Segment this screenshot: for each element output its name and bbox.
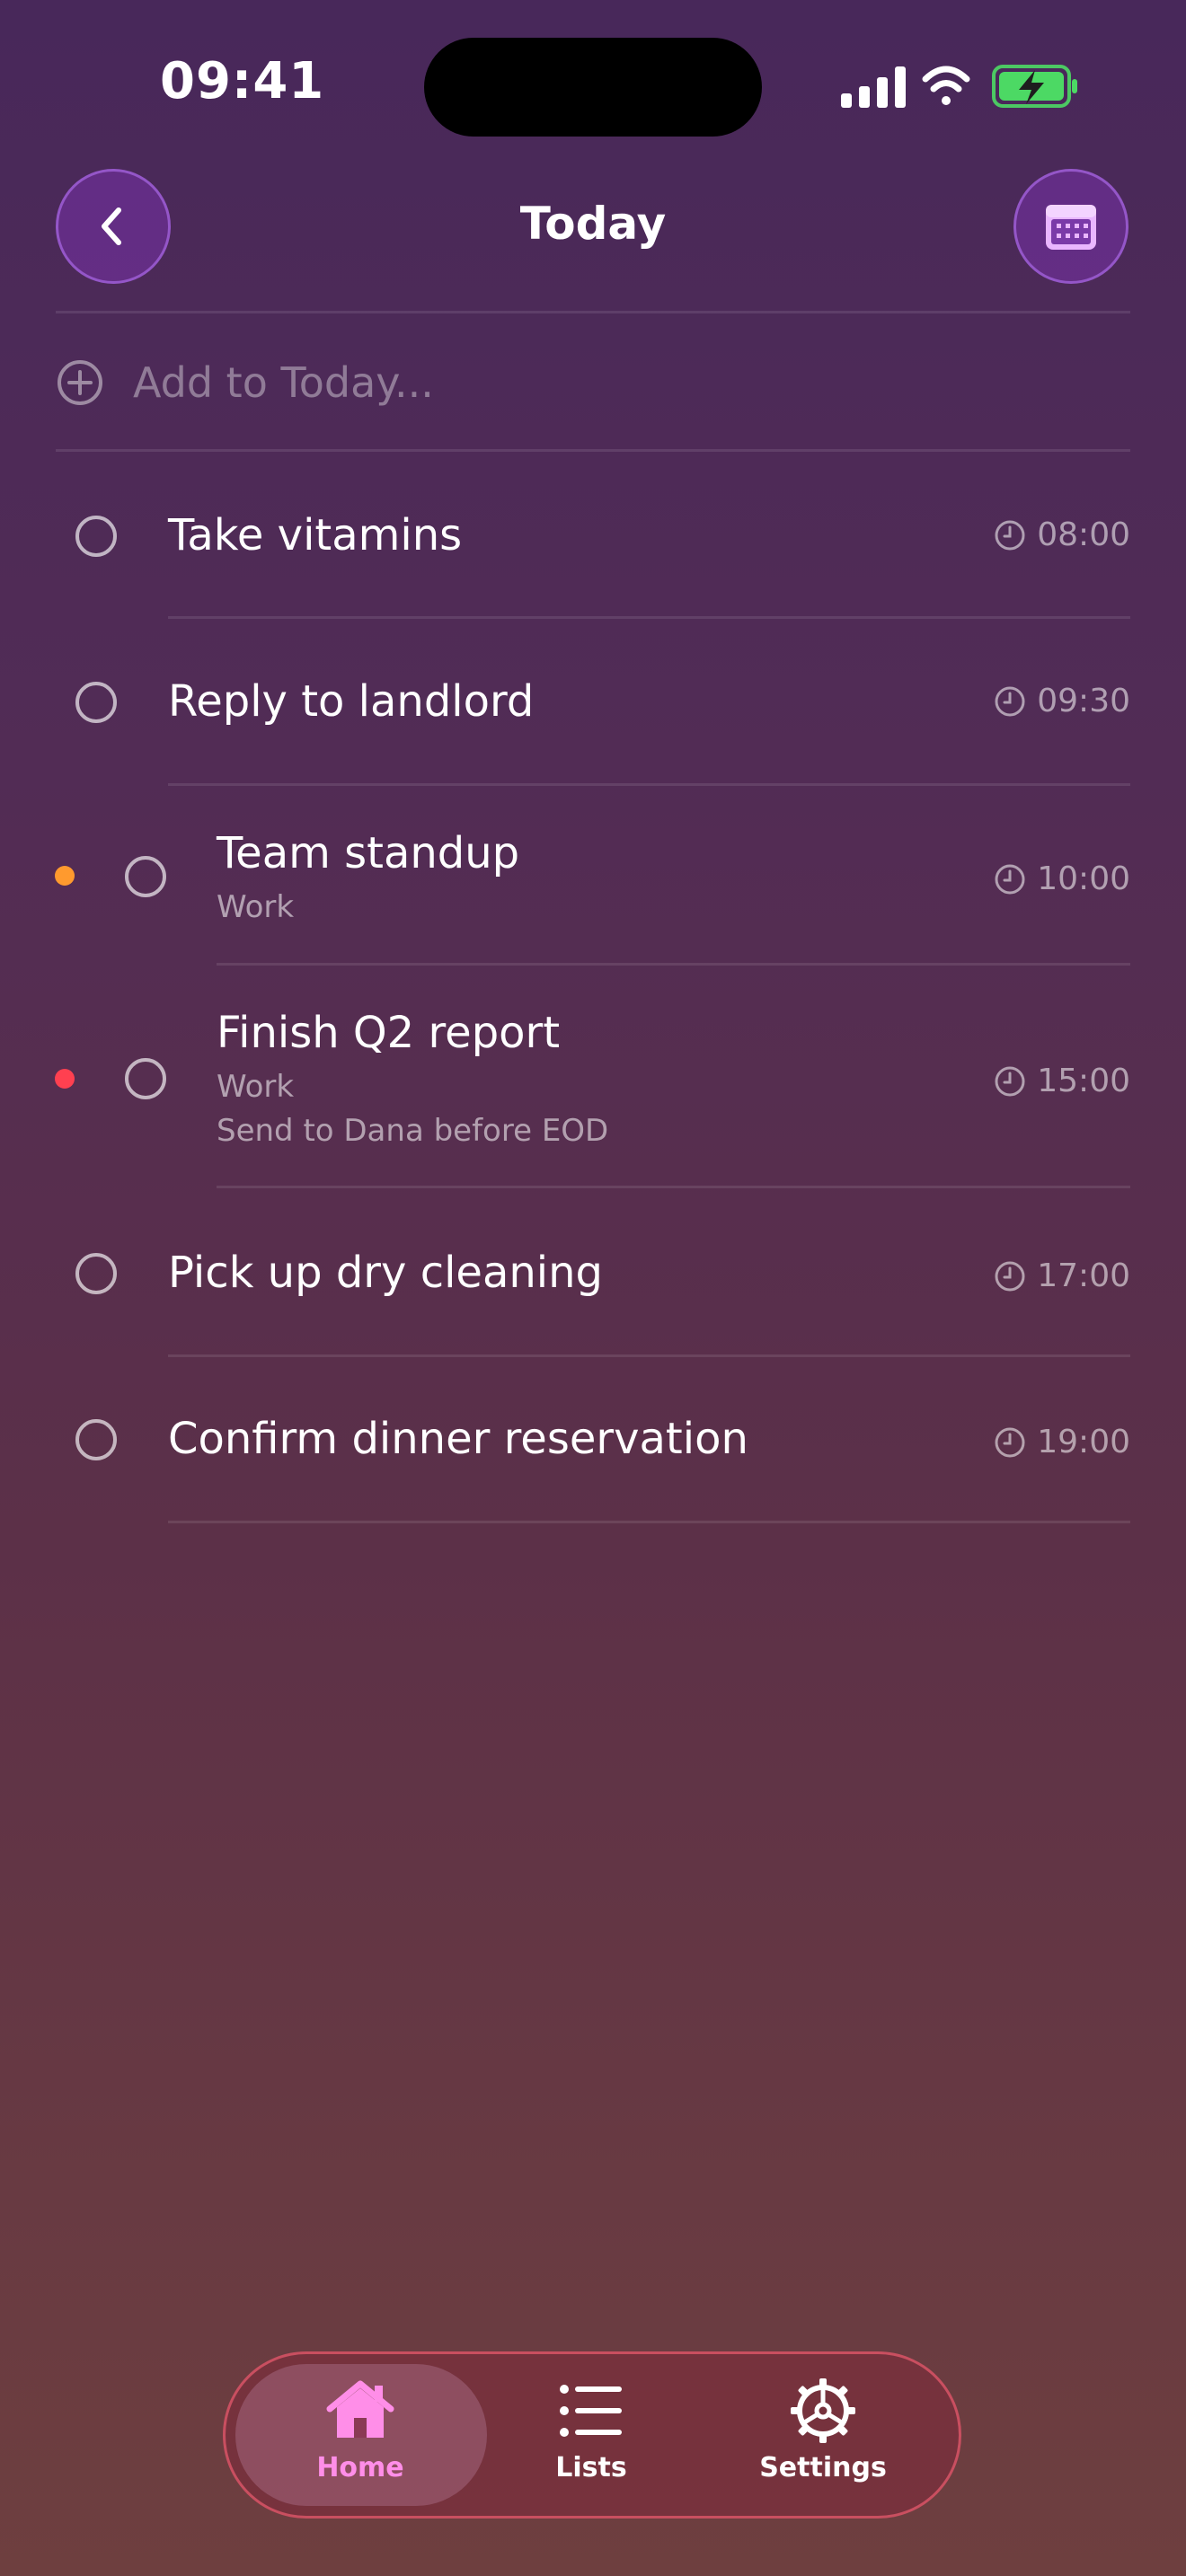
tab-lists[interactable]: Lists bbox=[501, 2378, 681, 2513]
tab-label-lists: Lists bbox=[555, 2452, 627, 2483]
tab-settings[interactable]: Settings bbox=[733, 2378, 913, 2513]
task-title[interactable]: Team standup bbox=[217, 828, 519, 878]
calendar-icon bbox=[1046, 205, 1096, 250]
add-task-row bbox=[56, 348, 1130, 417]
task-divider bbox=[168, 783, 1130, 786]
calendar-button[interactable] bbox=[1013, 169, 1128, 284]
clock-icon bbox=[995, 1261, 1025, 1291]
add-circle-icon[interactable] bbox=[56, 358, 104, 407]
wifi-icon bbox=[922, 66, 970, 105]
task-checkbox[interactable] bbox=[125, 856, 166, 897]
task-note: Send to Dana before EOD bbox=[217, 1113, 609, 1149]
task-divider bbox=[168, 1354, 1130, 1357]
tab-label-settings: Settings bbox=[759, 2452, 887, 2483]
priority-dot bbox=[55, 866, 75, 886]
task-time: 17:00 bbox=[994, 1257, 1130, 1294]
clock-icon bbox=[995, 864, 1025, 894]
task-checkbox[interactable] bbox=[75, 1253, 117, 1294]
dynamic-island bbox=[424, 38, 762, 137]
task-time: 10:00 bbox=[994, 860, 1130, 897]
home-icon bbox=[326, 2380, 394, 2438]
status-time: 09:41 bbox=[160, 52, 325, 110]
add-row-divider bbox=[56, 449, 1130, 452]
tab-label-home: Home bbox=[316, 2452, 404, 2483]
signal-icon bbox=[841, 66, 906, 108]
battery-charging-icon bbox=[992, 65, 1077, 108]
task-time: 15:00 bbox=[994, 1063, 1130, 1099]
task-title[interactable]: Pick up dry cleaning bbox=[168, 1248, 603, 1298]
clock-icon bbox=[995, 1427, 1025, 1457]
task-title[interactable]: Take vitamins bbox=[168, 510, 462, 560]
tab-home[interactable]: Home bbox=[270, 2378, 450, 2513]
task-divider bbox=[168, 1521, 1130, 1523]
task-checkbox[interactable] bbox=[75, 1419, 117, 1460]
task-checkbox[interactable] bbox=[75, 516, 117, 557]
task-divider bbox=[168, 616, 1130, 619]
task-time: 09:30 bbox=[994, 683, 1130, 719]
task-divider bbox=[217, 1186, 1130, 1188]
clock-icon bbox=[995, 520, 1025, 550]
task-title[interactable]: Confirm dinner reservation bbox=[168, 1414, 748, 1464]
list-icon bbox=[560, 2385, 622, 2437]
clock-icon bbox=[995, 686, 1025, 716]
task-time: 19:00 bbox=[994, 1424, 1130, 1460]
page-title: Today bbox=[519, 198, 667, 250]
task-title[interactable]: Finish Q2 report bbox=[217, 1008, 560, 1058]
task-title[interactable]: Reply to landlord bbox=[168, 676, 534, 727]
task-time: 08:00 bbox=[994, 516, 1130, 553]
task-checkbox[interactable] bbox=[75, 682, 117, 723]
task-divider bbox=[217, 963, 1130, 966]
status-icons bbox=[839, 61, 1082, 111]
header-divider bbox=[56, 311, 1130, 313]
task-checkbox[interactable] bbox=[125, 1058, 166, 1099]
task-list-label: Work bbox=[217, 1069, 295, 1105]
task-list-label: Work bbox=[217, 889, 295, 925]
priority-dot bbox=[55, 1069, 75, 1089]
add-task-input[interactable] bbox=[133, 358, 1031, 407]
gear-icon bbox=[791, 2378, 855, 2443]
clock-icon bbox=[995, 1066, 1025, 1096]
